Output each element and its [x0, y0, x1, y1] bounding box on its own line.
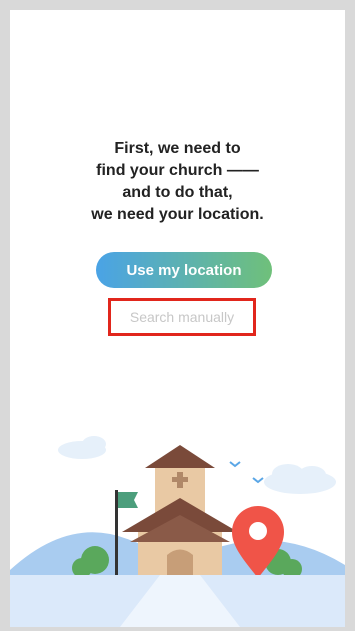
location-request-message: First, we need to find your church —— an… [10, 138, 345, 226]
message-line: find your church —— [96, 162, 259, 179]
bird-icon [229, 461, 241, 468]
bird-icon [252, 477, 264, 484]
message-line: and to do that, [122, 184, 233, 201]
message-line: we need your location. [91, 206, 264, 223]
search-manually-link[interactable]: Search manually [108, 298, 256, 336]
church-illustration [10, 436, 345, 627]
app-screen: First, we need to find your church —— an… [10, 10, 345, 627]
use-my-location-button[interactable]: Use my location [96, 252, 272, 288]
church-icon [122, 445, 238, 578]
cloud-icon [264, 464, 336, 494]
message-line: First, we need to [114, 140, 241, 157]
cloud-icon [58, 436, 106, 459]
